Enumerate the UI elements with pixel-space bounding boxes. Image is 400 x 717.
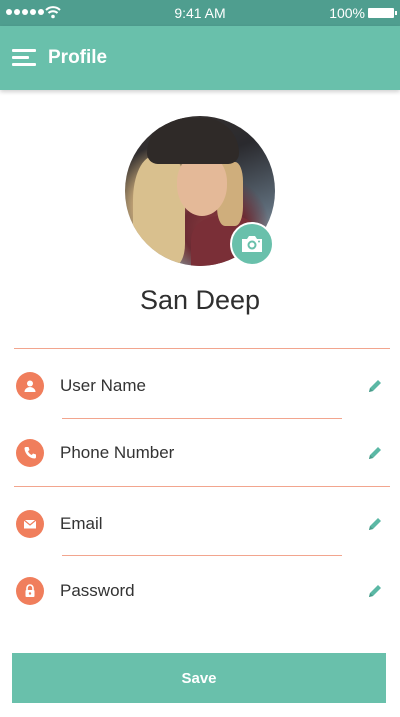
field-email[interactable]: Email bbox=[0, 505, 400, 545]
field-label: Password bbox=[60, 581, 135, 600]
camera-icon bbox=[242, 236, 262, 252]
page-title: Profile bbox=[48, 47, 108, 68]
user-icon bbox=[16, 372, 44, 400]
divider bbox=[14, 348, 390, 349]
app-bar: Profile bbox=[0, 26, 400, 90]
status-bar: 9:41 AM 100% bbox=[0, 0, 400, 26]
divider bbox=[62, 555, 342, 556]
divider bbox=[62, 418, 342, 419]
menu-icon[interactable] bbox=[12, 48, 38, 68]
field-label: User Name bbox=[60, 376, 146, 395]
phone-icon bbox=[16, 439, 44, 467]
field-password[interactable]: Password bbox=[0, 572, 400, 612]
save-button[interactable]: Save bbox=[12, 653, 386, 703]
battery-icon bbox=[368, 8, 397, 18]
field-phone-number[interactable]: Phone Number bbox=[0, 434, 400, 474]
divider bbox=[14, 486, 390, 487]
edit-icon[interactable] bbox=[366, 515, 384, 533]
field-user-name[interactable]: User Name bbox=[0, 367, 400, 407]
field-label: Phone Number bbox=[60, 443, 175, 462]
mail-icon bbox=[16, 510, 44, 538]
edit-icon[interactable] bbox=[366, 377, 384, 395]
edit-icon[interactable] bbox=[366, 444, 384, 462]
edit-icon[interactable] bbox=[366, 582, 384, 600]
profile-name: San Deep bbox=[139, 285, 261, 315]
lock-icon bbox=[16, 577, 44, 605]
change-photo-button[interactable] bbox=[230, 222, 274, 266]
field-label: Email bbox=[60, 514, 103, 533]
battery-percentage: 100% bbox=[329, 5, 365, 21]
